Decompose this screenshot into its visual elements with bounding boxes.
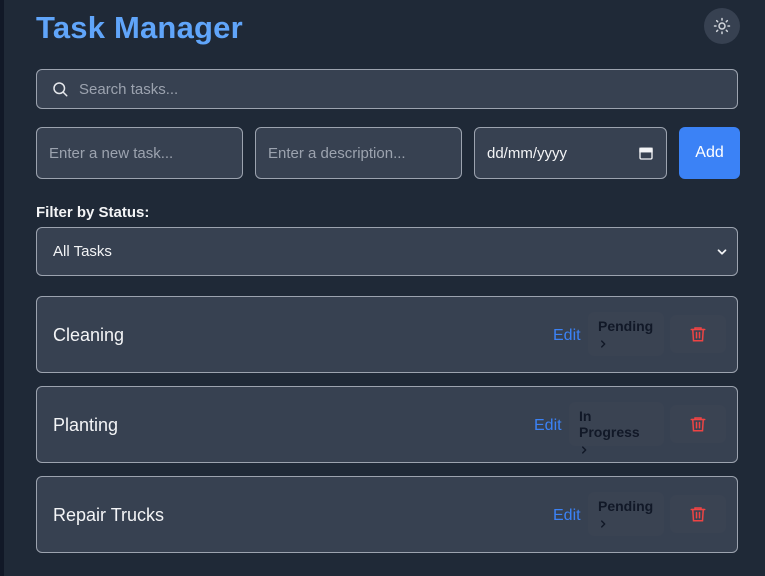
chevron-down-icon (715, 245, 729, 259)
chevron-right-icon (598, 516, 654, 532)
status-toggle-button[interactable]: Pending (588, 492, 664, 536)
delete-task-button[interactable] (670, 315, 726, 353)
theme-toggle-button[interactable] (704, 8, 740, 44)
status-toggle-button[interactable]: Pending (588, 312, 664, 356)
filter-label: Filter by Status: (36, 204, 150, 221)
delete-task-button[interactable] (670, 495, 726, 533)
chevron-right-icon (598, 336, 654, 352)
date-placeholder: dd/mm/yyyy (487, 144, 568, 162)
status-toggle-button[interactable]: In Progress (569, 402, 664, 454)
task-title: Repair Trucks (53, 505, 165, 525)
new-task-title-input[interactable] (36, 127, 243, 179)
task-title: Cleaning (53, 325, 125, 345)
add-task-button[interactable]: Add (679, 127, 740, 179)
status-label: Pending (598, 498, 654, 514)
chevron-right-icon (579, 442, 654, 458)
delete-task-button[interactable] (670, 405, 726, 443)
trash-icon (689, 414, 707, 434)
status-label: Pending (598, 318, 654, 334)
task-title: Planting (53, 415, 119, 435)
task-card: Planting Edit In Progress (36, 386, 738, 463)
search-box (36, 69, 738, 109)
edit-task-button[interactable]: Edit (553, 327, 581, 345)
new-task-description-input[interactable] (255, 127, 462, 179)
app-panel: Task Manager dd/mm/yyyy (4, 0, 765, 576)
sun-icon (713, 17, 731, 35)
page-title: Task Manager (36, 10, 243, 45)
trash-icon (689, 504, 707, 524)
trash-icon (689, 324, 707, 344)
status-label: In Progress (579, 408, 640, 440)
edit-task-button[interactable]: Edit (553, 507, 581, 525)
filter-selected-value: All Tasks (53, 243, 112, 260)
search-input[interactable] (77, 79, 721, 99)
status-filter-select[interactable]: All Tasks (36, 227, 738, 276)
search-icon (51, 80, 69, 98)
task-card: Repair Trucks Edit Pending (36, 476, 738, 553)
due-date-input[interactable]: dd/mm/yyyy (474, 127, 667, 179)
task-card: Cleaning Edit Pending (36, 296, 738, 373)
edit-task-button[interactable]: Edit (534, 417, 562, 435)
calendar-icon[interactable] (638, 145, 654, 161)
